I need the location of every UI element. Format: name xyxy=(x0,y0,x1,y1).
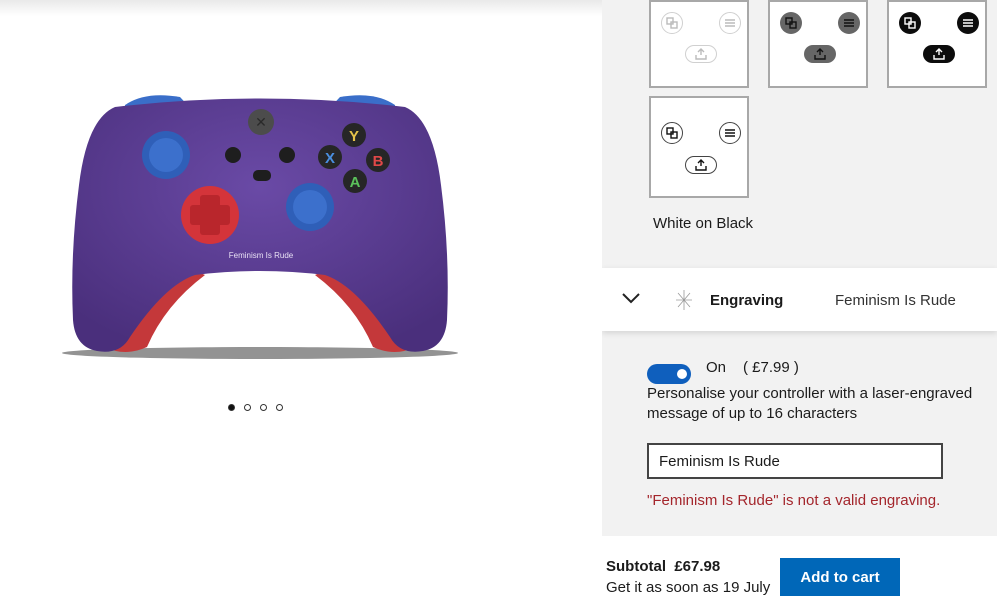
share-button xyxy=(253,170,271,181)
engraving-error-message: "Feminism Is Rude" is not a valid engrav… xyxy=(647,492,941,509)
view-icon xyxy=(661,122,683,144)
b-button-label: B xyxy=(373,153,384,170)
controller-body xyxy=(72,98,448,352)
carousel-dot[interactable] xyxy=(228,404,235,411)
chevron-down-icon xyxy=(622,293,640,304)
share-icon xyxy=(685,45,717,63)
menu-icon xyxy=(719,12,741,34)
toggle-knob xyxy=(677,369,687,379)
engraving-toggle[interactable] xyxy=(647,364,691,384)
menu-icon xyxy=(838,12,860,34)
share-icon xyxy=(685,156,717,174)
engraving-accordion-header[interactable]: Engraving Feminism Is Rude xyxy=(602,268,997,331)
configuration-panel: White on Black Engraving Feminism Is Rud… xyxy=(602,0,997,536)
button-style-swatch-grey[interactable] xyxy=(768,0,868,88)
menu-icon xyxy=(957,12,979,34)
menu-icon xyxy=(719,122,741,144)
engraving-title: Engraving xyxy=(710,292,784,309)
a-button-label: A xyxy=(350,174,361,191)
view-icon xyxy=(899,12,921,34)
engraving-help-text: Personalise your controller with a laser… xyxy=(647,385,973,422)
toggle-state-label: On xyxy=(706,359,727,376)
image-carousel-dots xyxy=(228,404,283,411)
button-style-swatch-white-on-black[interactable] xyxy=(649,96,749,198)
product-preview: ✕ Y X B A Feminism Is Rude xyxy=(0,0,602,612)
carousel-dot[interactable] xyxy=(276,404,283,411)
share-icon xyxy=(923,45,955,63)
button-style-swatch-dark[interactable] xyxy=(887,0,987,88)
svg-text:✕: ✕ xyxy=(255,115,267,131)
carousel-dot[interactable] xyxy=(244,404,251,411)
share-icon xyxy=(804,45,836,63)
button-style-swatch-light[interactable] xyxy=(649,0,749,88)
view-button xyxy=(225,147,241,163)
subtotal: Subtotal £67.98 xyxy=(606,558,721,575)
menu-button xyxy=(279,147,295,163)
engraving-text-input[interactable] xyxy=(647,443,943,479)
engraving-price: ( £7.99 ) xyxy=(743,359,799,376)
y-button-label: Y xyxy=(349,128,359,145)
engraving-sparkle-icon xyxy=(676,290,692,310)
x-button-label: X xyxy=(325,150,335,167)
delivery-estimate: Get it as soon as 19 July xyxy=(606,579,771,596)
carousel-dot[interactable] xyxy=(260,404,267,411)
view-icon xyxy=(780,12,802,34)
view-icon xyxy=(661,12,683,34)
controller-image: ✕ Y X B A Feminism Is Rude xyxy=(62,95,458,359)
selected-swatch-label: White on Black xyxy=(653,215,754,232)
engraving-current-value: Feminism Is Rude xyxy=(835,292,956,309)
add-to-cart-button[interactable]: Add to cart xyxy=(780,558,900,596)
controller-engraving-text: Feminism Is Rude xyxy=(229,251,294,260)
